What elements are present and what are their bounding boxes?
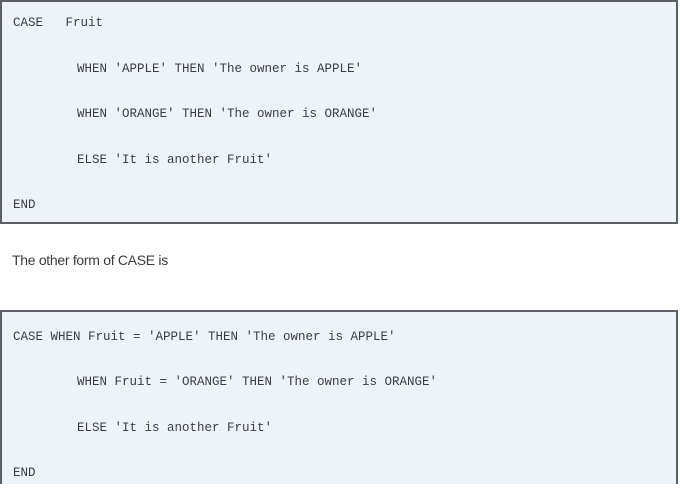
code-line: CASE WHEN Fruit = 'APPLE' THEN 'The owne… [13, 330, 396, 344]
code-line: ELSE 'It is another Fruit' [77, 421, 273, 435]
code-line: WHEN 'APPLE' THEN 'The owner is APPLE' [77, 62, 363, 76]
code-line: CASE Fruit [13, 16, 104, 30]
code-block-searched-case: CASE WHEN Fruit = 'APPLE' THEN 'The owne… [0, 310, 678, 484]
intro-paragraph: The other form of CASE is [12, 252, 168, 268]
code-line: END [13, 466, 36, 480]
code-line: END [13, 198, 36, 212]
code-line: WHEN Fruit = 'ORANGE' THEN 'The owner is… [77, 375, 438, 389]
code-block-simple-case: CASE Fruit WHEN 'APPLE' THEN 'The owner … [0, 0, 678, 224]
document-page: CASE Fruit WHEN 'APPLE' THEN 'The owner … [0, 0, 682, 484]
code-line: WHEN 'ORANGE' THEN 'The owner is ORANGE' [77, 107, 378, 121]
code-line: ELSE 'It is another Fruit' [77, 153, 273, 167]
